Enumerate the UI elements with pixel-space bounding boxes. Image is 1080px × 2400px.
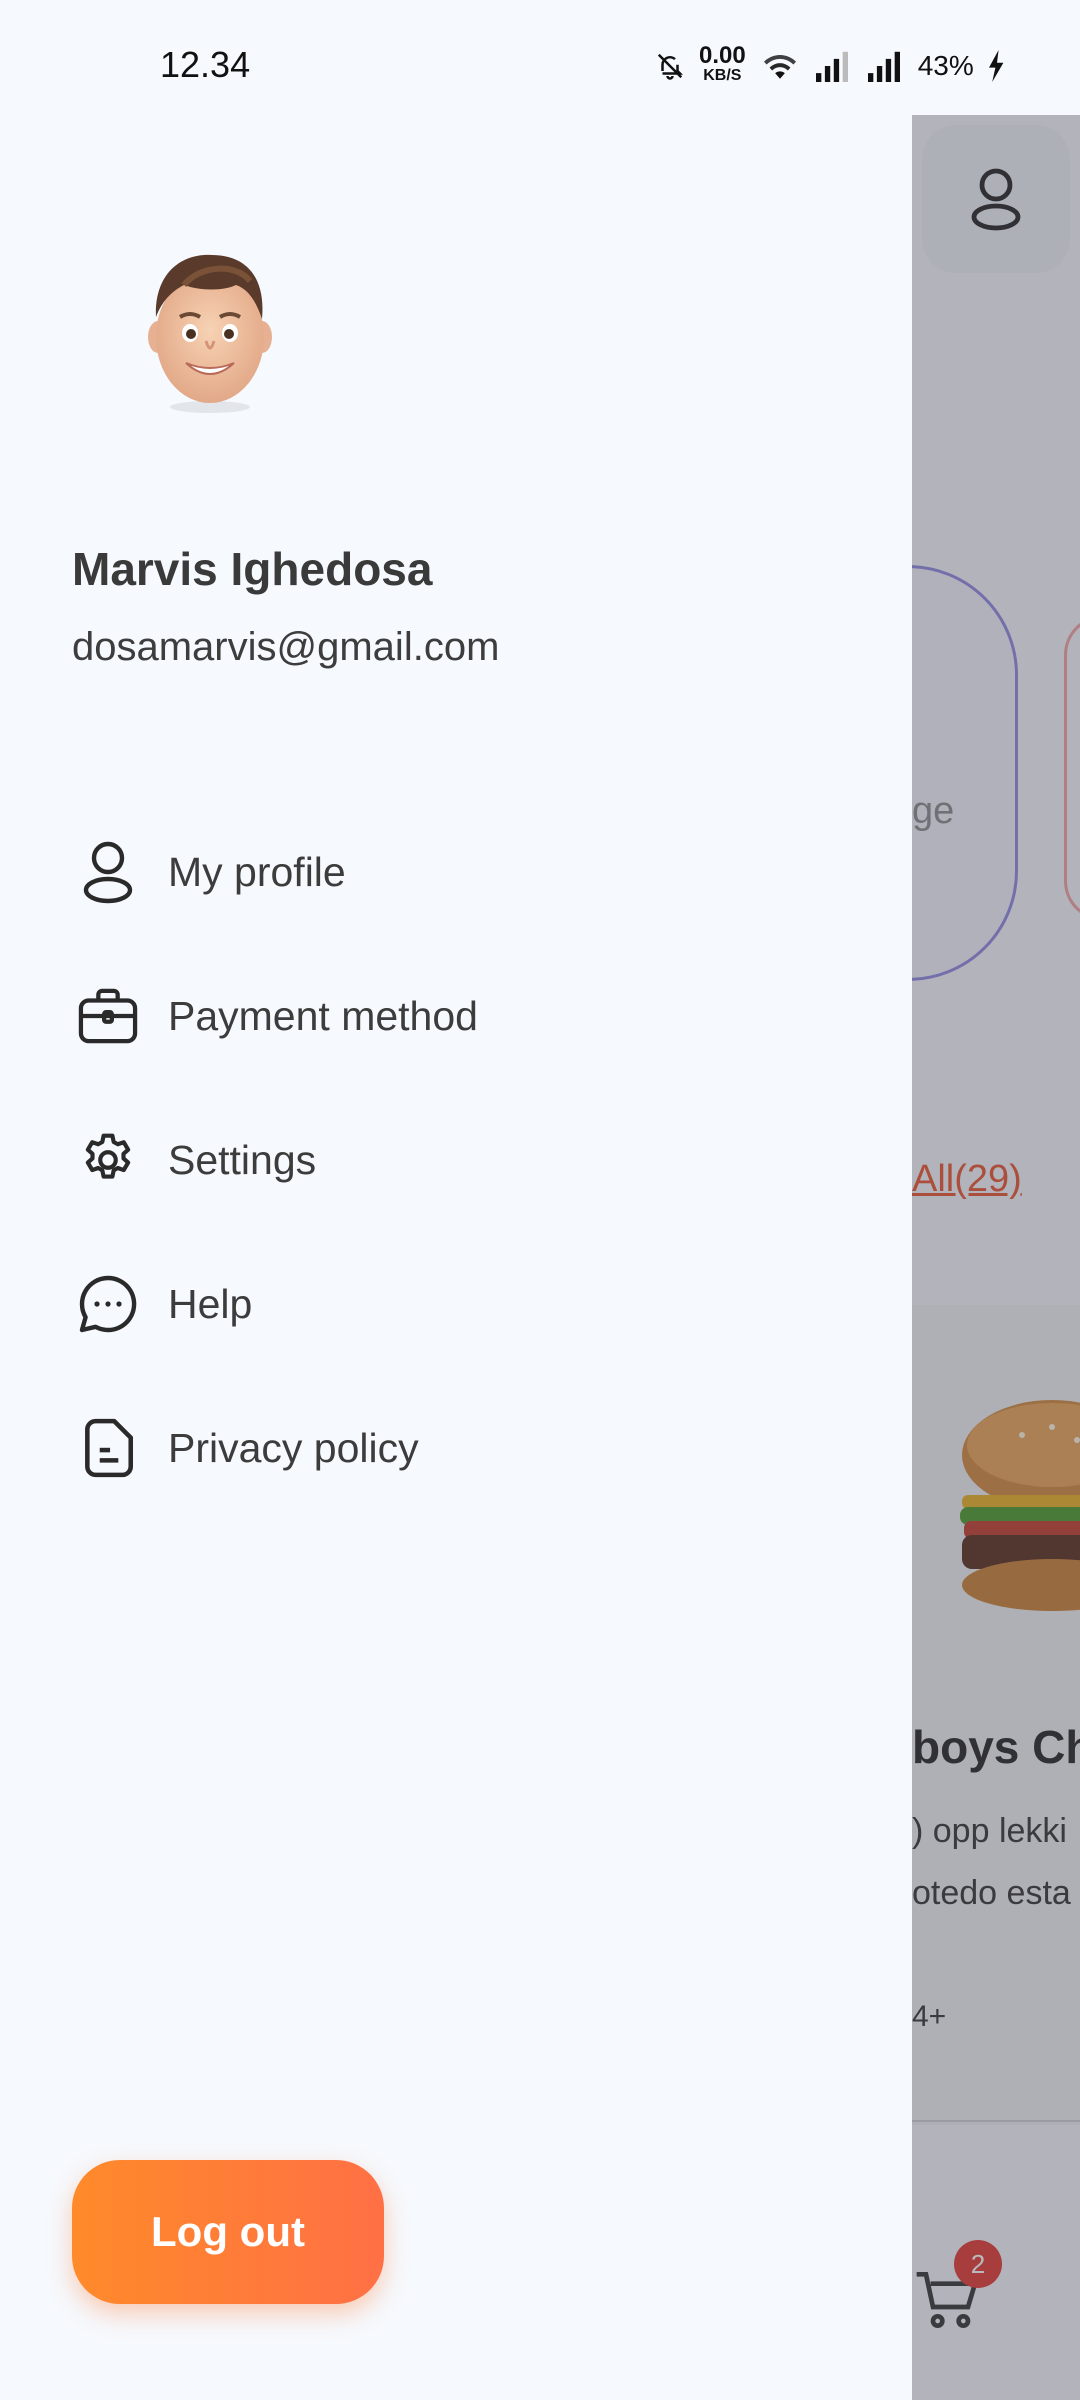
menu-item-label: Help [168,1280,253,1327]
menu-item-payment-method[interactable]: Payment method [72,944,852,1088]
chat-bubble-icon [72,1268,144,1340]
menu-item-label: Privacy policy [168,1424,419,1471]
menu-item-settings[interactable]: Settings [72,1088,852,1232]
scrim-overlay[interactable] [912,115,1080,2400]
drawer-menu: My profile Payment method Settings Help … [72,800,852,1520]
network-speed-value: 0.00 [699,42,746,69]
logout-button[interactable]: Log out [72,2160,384,2304]
menu-item-privacy-policy[interactable]: Privacy policy [72,1376,852,1520]
menu-item-label: My profile [168,848,346,895]
signal-icon-1 [815,51,848,82]
briefcase-icon [72,980,144,1052]
network-speed: 0.00 KB/S [699,42,746,86]
status-time: 12.34 [160,44,251,85]
menu-item-my-profile[interactable]: My profile [72,800,852,944]
avatar [148,254,272,413]
network-speed-unit: KB/S [703,67,742,84]
background-screen: ge All(29) boys Ch ) opp lekki otedo est… [912,115,1080,2400]
menu-item-label: Payment method [168,992,478,1039]
wifi-icon [763,54,796,79]
user-email: dosamarvis@gmail.com [72,625,500,669]
menu-item-help[interactable]: Help [72,1232,852,1376]
user-name: Marvis Ighedosa [72,543,433,595]
mute-bell-icon [657,53,684,80]
status-bar: 12.34 0.00 KB/S 43% [0,0,1080,115]
battery-level: 43% [917,50,974,81]
user-icon [72,836,144,908]
navigation-drawer: Marvis Ighedosa dosamarvis@gmail.com My … [0,115,912,2400]
document-icon [72,1412,144,1484]
gear-icon [72,1124,144,1196]
status-icons: 0.00 KB/S 43% [655,42,1006,86]
charging-icon [988,50,1004,82]
signal-icon-2 [867,51,900,82]
menu-item-label: Settings [168,1136,317,1183]
